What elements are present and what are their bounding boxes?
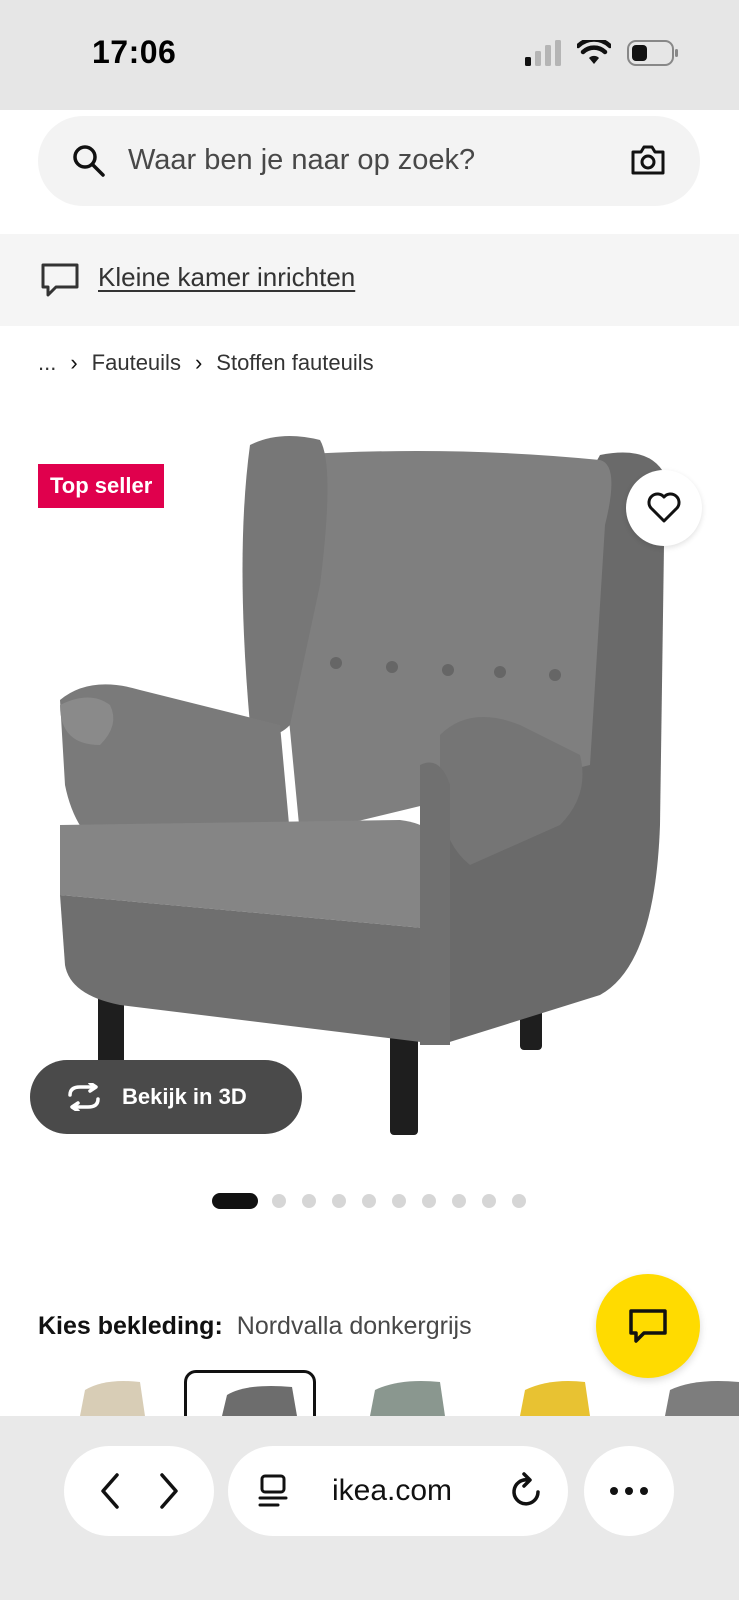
variant-thumbnails: [0, 1370, 739, 1416]
breadcrumb-item-fauteuils[interactable]: Fauteuils: [92, 350, 181, 376]
carousel-dot[interactable]: [512, 1194, 526, 1208]
camera-icon[interactable]: [630, 144, 666, 176]
wifi-icon: [577, 40, 611, 64]
carousel-dot[interactable]: [332, 1194, 346, 1208]
carousel-dot-active[interactable]: [212, 1193, 258, 1209]
signal-icon: [525, 40, 561, 66]
chevron-right-icon: ›: [70, 350, 78, 375]
status-icons: [525, 40, 679, 66]
carousel-dot[interactable]: [272, 1194, 286, 1208]
top-seller-badge: Top seller: [38, 464, 165, 508]
breadcrumb: ... › Fauteuils › Stoffen fauteuils: [38, 350, 374, 376]
nav-buttons: [64, 1446, 214, 1536]
carousel-dot[interactable]: [452, 1194, 466, 1208]
promo-link[interactable]: Kleine kamer inrichten: [98, 262, 355, 293]
search-placeholder: Waar ben je naar op zoek?: [128, 144, 476, 176]
promo-banner: Kleine kamer inrichten: [0, 234, 739, 326]
url-text: ikea.com: [332, 1474, 453, 1507]
variant-thumb-dark-grey[interactable]: [184, 1370, 316, 1416]
view-3d-button[interactable]: Bekijk in 3D: [30, 1060, 302, 1134]
carousel-dots[interactable]: [0, 1192, 739, 1212]
carousel-dot[interactable]: [392, 1194, 406, 1208]
chat-button[interactable]: [596, 1274, 700, 1378]
favorite-button[interactable]: [626, 470, 702, 546]
address-bar[interactable]: ikea.com: [228, 1446, 568, 1536]
search-icon: [73, 145, 105, 177]
breadcrumb-item-stoffen-fauteuils[interactable]: Stoffen fauteuils: [216, 350, 373, 376]
forward-icon[interactable]: [154, 1471, 182, 1511]
upholstery-value: Nordvalla donkergrijs: [236, 1312, 472, 1340]
heart-icon: [647, 492, 681, 523]
chat-icon: [629, 1309, 667, 1343]
more-options-button[interactable]: [584, 1446, 674, 1536]
variant-thumb-grey[interactable]: [660, 1370, 739, 1416]
variant-thumb-yellow[interactable]: [510, 1370, 620, 1416]
upholstery-selector: Kies bekleding: Nordvalla donkergrijs: [38, 1312, 472, 1341]
reload-icon[interactable]: [510, 1472, 544, 1508]
carousel-dot[interactable]: [482, 1194, 496, 1208]
variant-thumb-checked-green[interactable]: [360, 1370, 470, 1416]
carousel-dot[interactable]: [362, 1194, 376, 1208]
browser-toolbar: ikea.com: [0, 1416, 739, 1600]
battery-icon: [627, 40, 678, 66]
upholstery-label: Kies bekleding:: [38, 1312, 223, 1340]
more-icon: [610, 1487, 648, 1495]
back-icon[interactable]: [97, 1471, 125, 1511]
carousel-dot[interactable]: [422, 1194, 436, 1208]
carousel-dot[interactable]: [302, 1194, 316, 1208]
reader-mode-icon[interactable]: [258, 1474, 290, 1508]
rotate-3d-icon: [68, 1083, 100, 1111]
breadcrumb-ellipsis[interactable]: ...: [38, 350, 56, 376]
status-bar: 17:06: [0, 0, 739, 110]
search-section: Waar ben je naar op zoek?: [0, 110, 739, 234]
view-3d-label: Bekijk in 3D: [122, 1084, 247, 1109]
chevron-right-icon: ›: [194, 350, 203, 375]
variant-thumb-beige[interactable]: [50, 1370, 160, 1416]
search-input[interactable]: Waar ben je naar op zoek?: [38, 116, 700, 206]
status-time: 17:06: [92, 34, 177, 70]
chat-bubble-icon: [41, 263, 79, 297]
